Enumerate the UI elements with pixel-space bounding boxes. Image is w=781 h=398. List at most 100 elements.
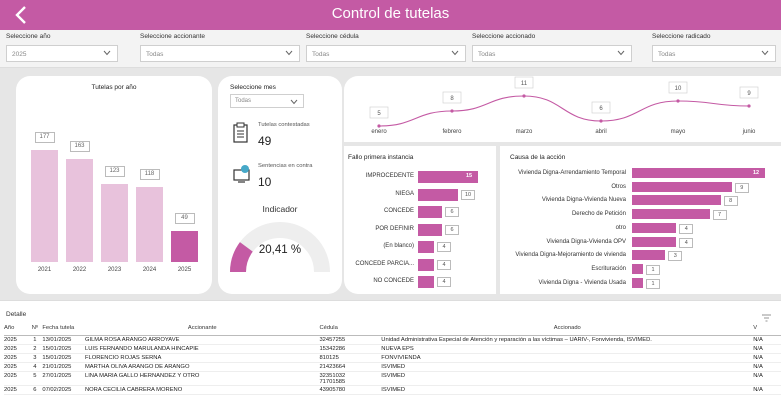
table-cell: N/A (753, 385, 781, 395)
column-header[interactable]: V (753, 322, 781, 336)
sentencias-label: Sentencias en contra (258, 163, 313, 169)
cedula-select[interactable]: Todas (306, 45, 466, 62)
year-select[interactable]: 2025 (6, 45, 118, 62)
monthly-line-chart: 5enero8febrero11marzo6abril10mayo9junio (369, 76, 759, 135)
monthly-value-label: 10 (675, 86, 682, 92)
kpi-card: Seleccione mes Todas Tutelas contestadas… (218, 76, 342, 294)
page-title: Control de tutelas (331, 5, 450, 22)
causa_chart-value-label: 12 (752, 170, 760, 176)
column-header[interactable]: Accionado (381, 322, 754, 336)
month-value: Todas (235, 98, 252, 104)
year-tick-label: 2024 (142, 267, 157, 273)
table-cell: 21/01/2025 (42, 362, 85, 372)
table-cell: ISVIMED (381, 385, 754, 395)
radicado-filter: Seleccione radicado Todas (652, 33, 776, 62)
chevron-down-icon (761, 50, 769, 56)
fallo_chart-value-label: 15 (465, 173, 473, 179)
year-bar (101, 184, 128, 262)
accionante-select[interactable]: Todas (140, 45, 300, 62)
causa_chart-bar (632, 263, 644, 274)
monthly-point[interactable] (377, 124, 381, 128)
table-cell: MARTHA OLIVA ARANGO DE ARANGO (84, 362, 320, 372)
year-filter: Seleccione año 2025 (6, 33, 118, 62)
accionado-select[interactable]: Todas (472, 45, 632, 62)
monthly-point[interactable] (599, 119, 603, 123)
causa_chart-value-label: 9 (734, 182, 749, 193)
causa-chart-card: Causa de la acción Vivienda Digna-Arrend… (500, 146, 781, 294)
fallo-bar-chart: IMPROCEDENTE 15 NIEGA 10 CONCEDE 6 POR DEFINIR… (344, 146, 496, 294)
table-cell: N/A (753, 335, 781, 345)
table-row[interactable]: 2025 5 27/01/2025 LINA MARIA GALLO HERNANDE… (4, 371, 781, 386)
table-cell: 2025 (4, 344, 28, 354)
causa_chart-bar (632, 250, 666, 261)
month-tick-label: enero (371, 129, 387, 135)
detail-table: Año Nº Fecha tutela Accionante Cédula Acciona… (4, 322, 781, 395)
sentencias-value: 10 (258, 175, 272, 189)
table-row[interactable]: 2025 2 15/01/2025 LUIS FERNANDO MARULANDA H… (4, 344, 781, 354)
year-bar-label: 118 (139, 169, 160, 181)
table-cell: 15/01/2025 (42, 353, 85, 363)
causa_chart-bar (632, 168, 765, 178)
column-header[interactable]: Fecha tutela (42, 322, 85, 336)
causa_chart-value-label: 8 (723, 196, 738, 207)
table-row[interactable]: 2025 6 07/02/2025 NORA CECILIA CABRERA MORE… (4, 385, 781, 395)
table-cell: 3 (27, 353, 43, 363)
fallo_chart-value-label: 4 (437, 259, 451, 270)
year-tick-label: 2025 (177, 267, 192, 273)
table-cell: ISVIMED (381, 371, 754, 386)
fallo_chart-category-label: NIEGA (395, 190, 414, 197)
causa_chart-value-label: 4 (679, 237, 694, 248)
fallo_chart-value-label: 4 (437, 242, 451, 252)
table-cell: 32457255 (319, 335, 382, 345)
column-header[interactable]: Nº (27, 322, 43, 336)
month-tick-label: febrero (442, 129, 462, 135)
fallo-chart-card: Fallo primera instancia IMPROCEDENTE 15 NI… (344, 146, 496, 294)
table-row[interactable]: 2025 3 15/01/2025 FLORENCIO ROJAS SERNA 8101… (4, 353, 781, 363)
monthly-point[interactable] (747, 104, 751, 108)
year-bar-label: 49 (174, 212, 195, 224)
table-row[interactable]: 2025 4 21/01/2025 MARTHA OLIVA ARANGO DE AR… (4, 362, 781, 372)
column-header[interactable]: Cédula (319, 322, 382, 336)
causa_chart-value-label: 1 (646, 278, 661, 289)
detail-table-panel: Detalle Año Nº Fecha tutela Accionante Cédul… (0, 300, 781, 398)
table-cell: Unidad Administrativa Especial de Atenci… (381, 335, 754, 345)
causa_chart-category-label: otro (615, 224, 626, 231)
table-cell: GILMA ROSA ARANGO ARROYAVE (84, 335, 320, 345)
year-bar-label: 123 (104, 166, 125, 178)
column-header[interactable]: Accionante (84, 322, 320, 336)
detail-title: Detalle (6, 311, 27, 318)
fallo_chart-value-label: 6 (445, 207, 459, 217)
filter-label: Seleccione radicado (652, 33, 711, 40)
monthly-point[interactable] (676, 99, 680, 103)
table-cell: NUEVA EPS (381, 344, 754, 354)
causa_chart-category-label: Vivienda Digna-Vivienda Nueva (541, 197, 626, 204)
table-cell: N/A (753, 353, 781, 363)
monthly-point[interactable] (450, 109, 454, 113)
year-bar (171, 230, 198, 262)
filter-value: Todas (312, 51, 330, 58)
table-cell: 2025 (4, 385, 28, 395)
table-cell: N/A (753, 362, 781, 372)
column-header[interactable]: Año (4, 322, 28, 336)
filter-label: Seleccione cédula (306, 33, 359, 40)
table-row[interactable]: 2025 1 13/01/2025 GILMA ROSA ARANGO ARROYAV… (4, 335, 781, 345)
filter-value: Todas (146, 51, 164, 58)
app-header: Control de tutelas (0, 0, 781, 30)
filter-label: Seleccione año (6, 33, 51, 40)
fallo_chart-bar (418, 206, 442, 218)
fallo_chart-bar (418, 258, 434, 271)
table-cell: FONVIVIENDA (381, 353, 754, 363)
month-select[interactable]: Todas (230, 94, 304, 108)
table-cell: 27/01/2025 (42, 371, 85, 386)
monthly-point[interactable] (522, 94, 526, 98)
filter-icon[interactable] (762, 314, 771, 322)
causa_chart-category-label: Escrituración (591, 265, 626, 272)
fallo_chart-value-label: 4 (437, 277, 451, 287)
fallo_chart-category-label: IMPROCEDENTE (365, 173, 414, 179)
month-tick-label: mayo (671, 129, 686, 135)
radicado-select[interactable]: Todas (652, 45, 776, 62)
filter-label: Seleccione accionante (140, 33, 206, 40)
filter-value: Todas (478, 51, 496, 58)
causa_chart-category-label: Derecho de Petición (571, 211, 626, 218)
accionante-filter: Seleccione accionante Todas (140, 33, 300, 62)
